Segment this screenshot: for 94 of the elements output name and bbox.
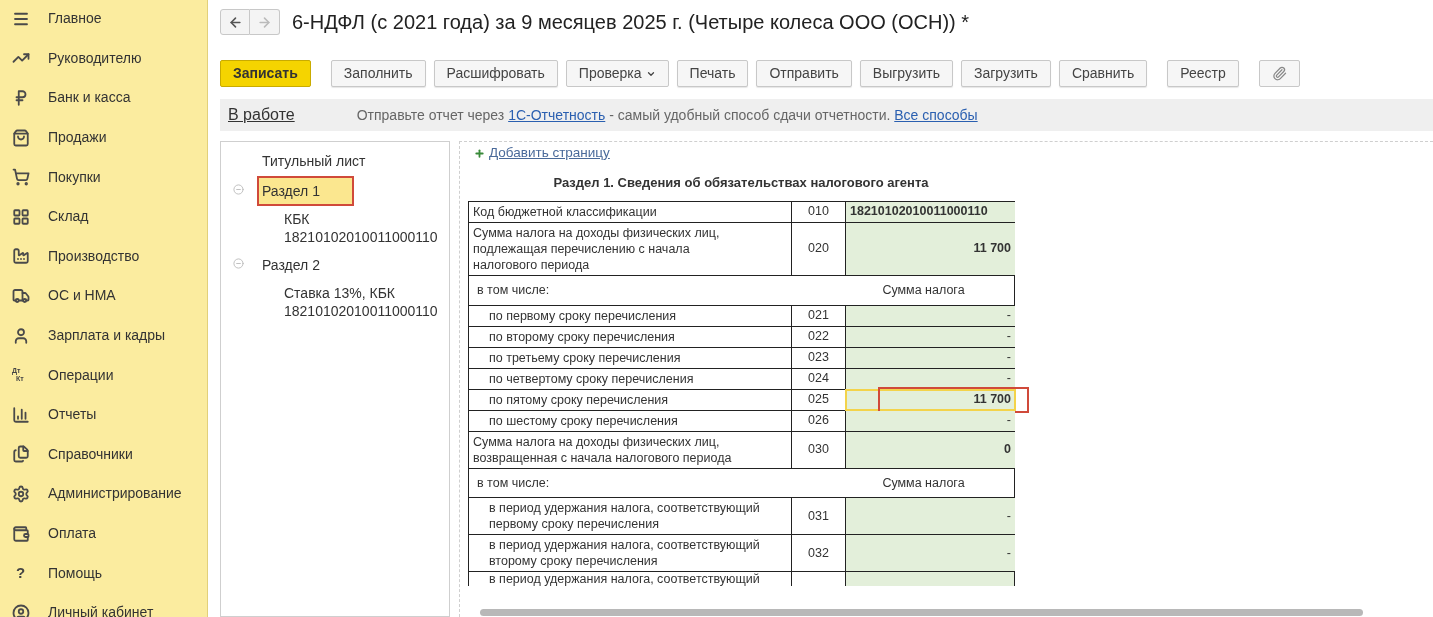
value-field[interactable]: 18210102010011000110	[846, 201, 1015, 222]
row-label: по четвертому сроку перечисления	[469, 368, 792, 389]
line-code: 026	[792, 410, 846, 431]
sidebar-item[interactable]: Производство	[48, 245, 140, 267]
collapse-icon[interactable]	[233, 258, 244, 269]
sidebar-item[interactable]: Администрирование	[48, 483, 182, 505]
tree-item[interactable]: Ставка 13%, КБК 18210102010011000110	[279, 282, 443, 322]
tree-item[interactable]: КБК 18210102010011000110	[279, 208, 443, 248]
row-label: по третьему сроку перечисления	[469, 347, 792, 368]
value-field[interactable]: -	[846, 368, 1015, 389]
row-label: в период удержания налога, соответствующий	[469, 572, 792, 587]
glyph-icon: ?	[12, 561, 26, 585]
toolbar-button[interactable]: Заполнить	[330, 60, 426, 87]
sidebar-item[interactable]: Справочники	[48, 443, 133, 465]
collapse-icon[interactable]	[233, 184, 244, 195]
sidebar-item[interactable]: Продажи	[48, 127, 107, 149]
info-message: Отправьте отчет через 1С-Отчетность - самый удобный способ сдачи отчетности. Все способы	[356, 105, 978, 125]
row-label: по первому сроку перечисления	[469, 305, 792, 326]
info-link[interactable]: 1С-Отчетность	[508, 106, 606, 123]
row-label: Сумма налога на доходы физических лиц, подлежащая перечислению с начала налогового периода	[469, 222, 792, 275]
sidebar-item[interactable]: Банк и касса	[48, 87, 131, 109]
value-field[interactable]: 11 700	[846, 389, 1015, 410]
section-heading: Раздел 1. Сведения об обязательствах налогового агента	[552, 174, 930, 193]
save-button[interactable]: Записать	[220, 60, 311, 87]
window-title: 6-НДФЛ (с 2021 года) за 9 месяцев 2025 г. (Четыре колеса ООО (ОСН)) *	[292, 10, 970, 35]
value-field[interactable]: -	[846, 410, 1015, 431]
value-field[interactable]: 0	[846, 431, 1015, 468]
toolbar-button[interactable]: Реестр	[1167, 60, 1239, 87]
factory-icon	[12, 247, 30, 266]
person-icon	[12, 326, 30, 345]
line-code: 021	[792, 305, 846, 326]
bar-chart-icon	[12, 405, 30, 424]
paperclip-icon	[1271, 66, 1287, 81]
sidebar-item[interactable]: Руководителю	[48, 47, 142, 69]
column-heading: Сумма налога	[881, 474, 966, 492]
line-code: 030	[792, 431, 846, 468]
row-label: в том числе:	[476, 281, 551, 299]
sidebar-item[interactable]: Операции	[48, 364, 114, 386]
toolbar-button[interactable]: Печать	[676, 60, 749, 87]
row-label: по пятому сроку перечисления	[469, 389, 792, 410]
sidebar-item[interactable]: Отчеты	[48, 404, 97, 426]
tree-item[interactable]: Титульный лист	[257, 150, 371, 172]
sidebar-item[interactable]: Помощь	[48, 562, 103, 584]
sidebar-item[interactable]: Оплата	[48, 523, 97, 544]
tree-item[interactable]: Раздел 1	[257, 176, 354, 206]
value-field[interactable]: -	[846, 347, 1015, 368]
wallet-icon	[12, 524, 30, 543]
value-field[interactable]: -	[846, 326, 1015, 347]
line-code: 031	[792, 498, 846, 535]
line-code: 010	[792, 201, 846, 222]
line-code: 022	[792, 326, 846, 347]
line-code: 020	[792, 222, 846, 275]
row-label: по шестому сроку перечисления	[469, 410, 792, 431]
forward-arrow-icon	[257, 14, 272, 30]
tree-item[interactable]: Раздел 2	[257, 254, 325, 276]
attach-button[interactable]	[1258, 60, 1300, 87]
back-button[interactable]	[220, 9, 250, 35]
truck-icon	[12, 286, 30, 305]
status-link[interactable]: В работе	[228, 103, 295, 127]
sidebar-item[interactable]: ОС и НМА	[48, 285, 116, 307]
toolbar-button[interactable]: Сравнить	[1058, 60, 1148, 87]
sidebar-item[interactable]: Склад	[48, 206, 89, 228]
sidebar-item[interactable]: Главное	[48, 8, 102, 30]
value-field[interactable]: 11 700	[846, 222, 1015, 275]
settings-icon	[12, 484, 30, 503]
line-code: 025	[792, 389, 846, 410]
dropdown-button[interactable]: Проверка	[565, 60, 669, 87]
row-label: Код бюджетной классификации	[469, 201, 792, 222]
cart-icon	[12, 168, 30, 187]
line-code: 032	[792, 535, 846, 572]
value-field[interactable]: -	[846, 535, 1015, 572]
documents-icon	[12, 445, 30, 464]
horizontal-scrollbar[interactable]	[480, 609, 1363, 616]
column-heading: Сумма налога	[881, 281, 966, 299]
add-page-link[interactable]: Добавить страницу	[489, 143, 610, 164]
toolbar-button[interactable]: Расшифровать	[433, 60, 558, 87]
row-label: по второму сроку перечисления	[469, 326, 792, 347]
line-code: 023	[792, 347, 846, 368]
sidebar-item[interactable]: Покупки	[48, 166, 101, 188]
sidebar-item[interactable]: Зарплата и кадры	[48, 325, 166, 347]
toolbar-button[interactable]: Выгрузить	[859, 60, 953, 87]
shopping-bag-icon	[12, 128, 30, 147]
sidebar-item[interactable]: Личный кабинет	[48, 602, 154, 617]
grid-icon	[12, 207, 30, 226]
plus-icon	[474, 147, 485, 159]
toolbar-button[interactable]: Отправить	[756, 60, 852, 87]
info-link[interactable]: Все способы	[894, 106, 978, 123]
row-label: в том числе:	[476, 474, 551, 492]
row-label: в период удержания налога, соответствующий первому сроку перечисления	[469, 498, 792, 535]
value-field[interactable]: -	[846, 305, 1015, 326]
line-code: 024	[792, 368, 846, 389]
toolbar-button[interactable]: Загрузить	[960, 60, 1051, 87]
row-label: Сумма налога на доходы физических лиц, возвращенная с начала налогового периода	[469, 431, 792, 468]
value-field[interactable]: -	[846, 498, 1015, 535]
